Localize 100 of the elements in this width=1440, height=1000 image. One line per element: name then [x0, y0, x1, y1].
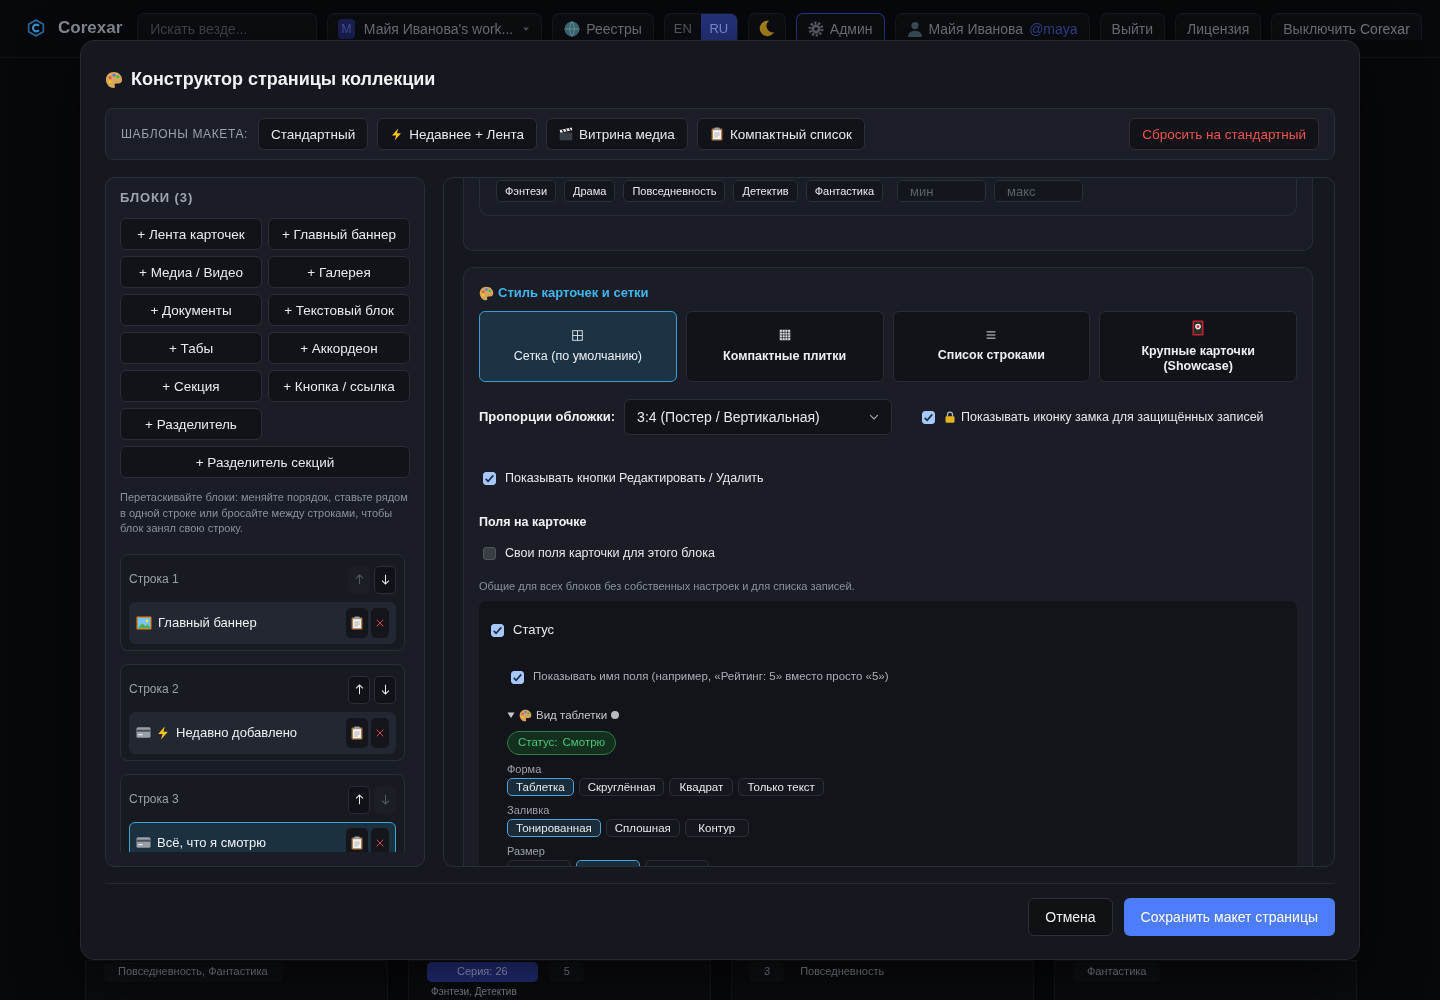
style-option[interactable]: Квадрат	[669, 778, 734, 796]
genre-chip[interactable]: Повседневность	[623, 180, 726, 202]
remove-button[interactable]	[371, 717, 389, 748]
style-option[interactable]: Контур	[684, 819, 749, 837]
add-block-button[interactable]: + Секция	[120, 370, 262, 402]
search-field[interactable]: Искать везде...	[137, 13, 318, 40]
remove-button[interactable]	[371, 827, 389, 852]
style-option[interactable]: Скруглённая	[578, 778, 665, 796]
cancel-button[interactable]: Отмена	[1028, 898, 1113, 936]
clipboard-icon	[709, 127, 724, 141]
add-block-button[interactable]: + Документы	[120, 294, 262, 326]
field-label: Пропорции обложки:	[479, 409, 616, 425]
user-menu[interactable]: Майя Иванова @maya	[894, 13, 1090, 40]
layout-option[interactable]: Компактные плитки	[685, 311, 884, 382]
picture-icon	[136, 614, 152, 631]
template-button[interactable]: Компактный список	[696, 118, 865, 150]
layout-option[interactable]: Крупные карточки (Showcase)	[1099, 311, 1297, 382]
palette-icon	[519, 708, 532, 722]
clipboard-icon	[350, 835, 364, 850]
template-button[interactable]: Стандартный	[258, 118, 369, 150]
status-pill-preview: Статус: Смотрю	[507, 731, 617, 755]
add-block-button[interactable]: + Разделитель секций	[120, 446, 410, 478]
grid-icon	[572, 329, 584, 341]
genre-chip[interactable]: Детектив	[733, 180, 798, 202]
user-avatar-icon	[906, 20, 923, 37]
panel-heading: БЛОКИ (3)	[120, 190, 195, 206]
arrow-up-icon	[353, 574, 365, 585]
style-option[interactable]: Сплошная	[605, 819, 680, 837]
template-button[interactable]: Витрина медиа	[545, 118, 688, 150]
help-text: Общие для всех блоков без собственных настроек и для списка записей.	[479, 579, 856, 593]
checkbox-label: Статус	[513, 622, 555, 638]
language-option[interactable]: RU	[700, 14, 737, 40]
card-icon	[136, 835, 151, 850]
modal-title: Конструктор страницы коллекции	[131, 69, 436, 91]
block-item[interactable]: Недавно добавлено	[129, 711, 396, 754]
close-icon	[376, 838, 384, 847]
nav-button[interactable]: Выйти	[1099, 13, 1166, 40]
add-block-button[interactable]: + Аккордеон	[268, 332, 410, 364]
min-input[interactable]: мин	[897, 180, 987, 202]
genre-chip[interactable]: Фантастика	[805, 180, 884, 202]
add-block-button[interactable]: + Медиа / Видео	[120, 256, 262, 288]
checkbox-label: Показывать имя поля (например, «Рейтинг: 5» вместо просто «5»)	[533, 670, 889, 684]
checkbox[interactable]	[483, 546, 496, 560]
duplicate-button[interactable]	[346, 717, 368, 748]
drag-hint-text: Перетаскивайте блоки: меняйте порядок, ставьте рядом в одной строке или бросайте между строками, чтобы блок занял свою строку.	[120, 490, 409, 536]
theme-toggle-button[interactable]	[747, 13, 786, 40]
duplicate-button[interactable]	[346, 607, 368, 638]
move-down-button[interactable]	[374, 565, 396, 594]
block-title: Недавно добавлено	[176, 724, 298, 741]
tag-label: Фантастика	[1073, 962, 1161, 982]
remove-button[interactable]	[371, 607, 389, 638]
style-option[interactable]: Только текст	[738, 778, 824, 796]
max-input[interactable]: макс	[994, 180, 1084, 202]
moon-icon	[758, 20, 776, 37]
tag-label: Повседневность, Фантастика	[104, 962, 282, 982]
pill-style-toggle[interactable]: Вид таблетки	[507, 707, 620, 723]
add-block-button[interactable]: + Текстовый блок	[268, 294, 410, 326]
add-block-button[interactable]: + Лента карточек	[120, 218, 262, 250]
tag-label: Повседневность	[799, 964, 886, 980]
genre-chip[interactable]: Фэнтези	[496, 180, 557, 202]
tag-label: 5	[549, 962, 584, 982]
block-item[interactable]: Главный баннер	[129, 601, 396, 644]
add-block-button[interactable]: + Галерея	[268, 256, 410, 288]
save-button[interactable]: Сохранить макет страницы	[1123, 898, 1335, 936]
workspace-dropdown[interactable]: M Майя Иванова's work...	[327, 13, 543, 40]
close-icon	[376, 618, 384, 627]
add-block-button[interactable]: + Главный баннер	[268, 218, 410, 250]
checkbox-label: Показывать кнопки Редактировать / Удалить	[505, 470, 764, 486]
add-block-button[interactable]: + Табы	[120, 332, 262, 364]
template-button[interactable]: Недавнее + Лента	[377, 118, 537, 150]
admin-link[interactable]: Админ	[795, 13, 885, 40]
card-icon	[136, 725, 151, 740]
row-label: Строка 1	[129, 572, 179, 587]
block-item[interactable]: Всё, что я смотрю	[129, 821, 396, 852]
add-block-button[interactable]: + Разделитель	[120, 408, 262, 440]
style-option[interactable]: Тонированная	[507, 819, 601, 837]
block-title: Всё, что я смотрю	[157, 834, 266, 851]
move-up-button[interactable]	[348, 675, 370, 704]
option-group-label: Форма	[507, 763, 543, 775]
arrow-up-icon	[353, 794, 365, 805]
layout-option[interactable]: Сетка (по умолчанию)	[479, 311, 677, 382]
nav-button[interactable]: Лицензия	[1175, 13, 1262, 40]
layout-option[interactable]: Список строками	[892, 311, 1091, 382]
reset-button[interactable]: Сбросить на стандартный	[1129, 118, 1319, 150]
arrow-up-icon	[353, 684, 365, 695]
arrow-down-icon	[379, 574, 391, 585]
add-block-button[interactable]: + Кнопка / ссылка	[268, 370, 410, 402]
registries-link[interactable]: Реестры	[552, 13, 654, 40]
cover-ratio-select[interactable]: 3:4 (Постер / Вертикальная)	[624, 399, 893, 435]
nav-button[interactable]: Выключить Corexar	[1271, 13, 1422, 40]
chevron-down-icon	[869, 412, 880, 422]
move-up-button[interactable]	[348, 785, 370, 814]
style-option[interactable]: Таблетка	[507, 778, 574, 796]
genre-chip[interactable]: Драма	[564, 180, 616, 202]
move-down-button[interactable]	[374, 675, 396, 704]
palette-icon	[105, 71, 123, 89]
lightning-icon	[390, 127, 404, 141]
duplicate-button[interactable]	[346, 827, 368, 852]
color-dot-icon	[611, 711, 620, 719]
clipboard-icon	[350, 615, 364, 630]
